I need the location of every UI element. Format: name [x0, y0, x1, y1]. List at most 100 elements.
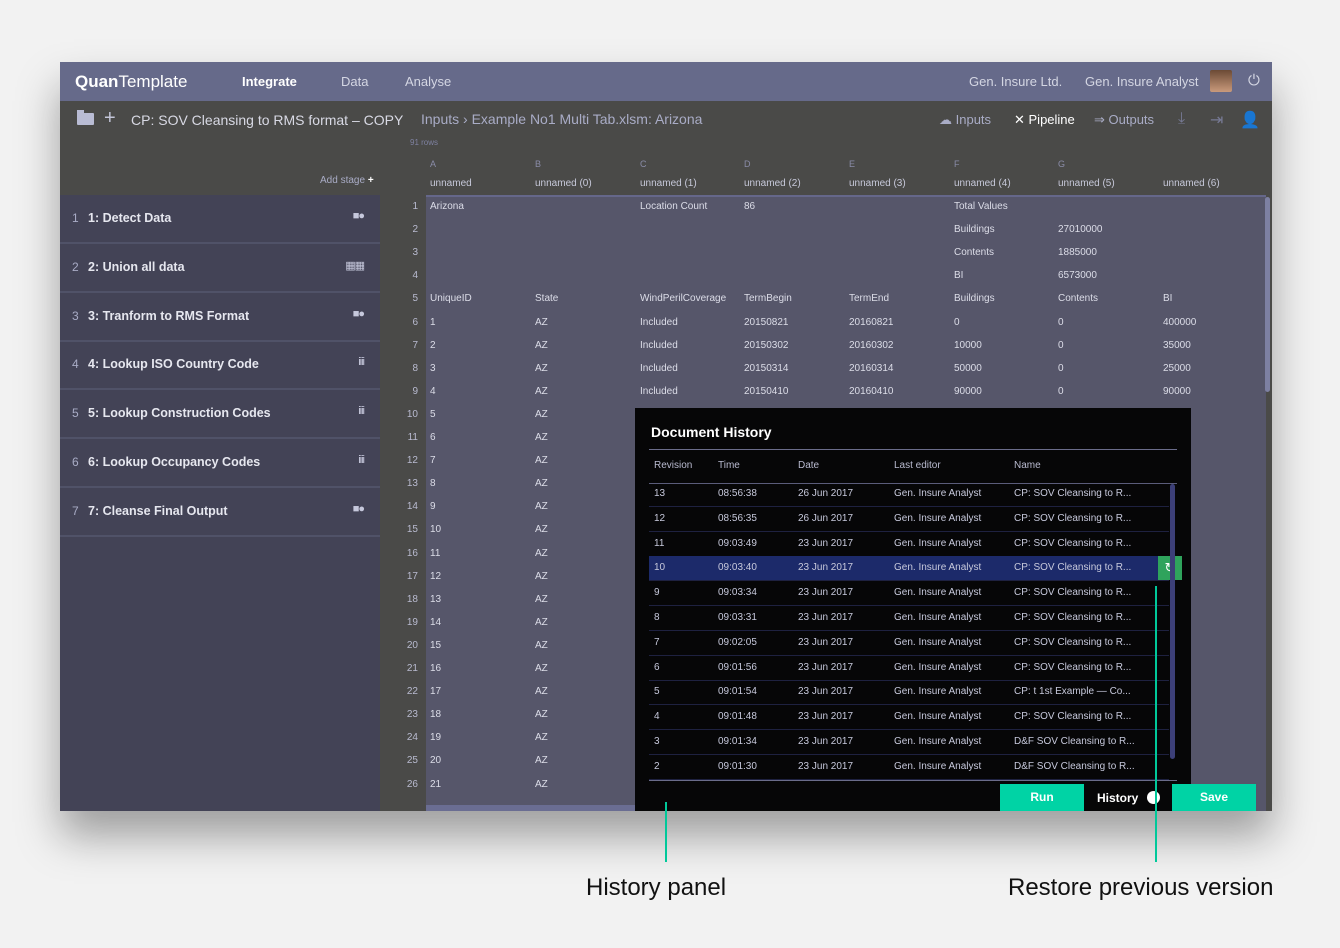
grid-cell[interactable]: 17	[430, 686, 441, 697]
grid-cell[interactable]: 11	[430, 548, 440, 559]
row-number[interactable]: 18	[380, 594, 418, 605]
history-row[interactable]: 5 09:01:54 23 Jun 2017 Gen. Insure Analyst C…	[649, 680, 1169, 706]
history-button[interactable]: History	[1097, 791, 1138, 805]
grid-cell[interactable]: 20160302	[849, 340, 894, 351]
column-letter[interactable]: D	[744, 159, 751, 169]
grid-cell[interactable]: 14	[430, 617, 441, 628]
column-header[interactable]: unnamed (6)	[1163, 178, 1220, 189]
export-icon[interactable]: ⇥	[1210, 110, 1223, 130]
grid-cell[interactable]: 0	[1058, 386, 1064, 397]
download-icon[interactable]: ⤓	[1178, 110, 1185, 128]
breadcrumb[interactable]: Inputs › Example No1 Multi Tab.xlsm: Ari…	[421, 111, 702, 127]
grid-cell[interactable]: 15	[430, 640, 441, 651]
grid-cell[interactable]: 5	[430, 409, 436, 420]
grid-cell[interactable]: 7	[430, 455, 436, 466]
grid-cell[interactable]: AZ	[535, 501, 548, 512]
history-row[interactable]: 13 08:56:38 26 Jun 2017 Gen. Insure Analyst…	[649, 482, 1169, 507]
grid-cell[interactable]: AZ	[535, 386, 548, 397]
grid-cell[interactable]: AZ	[535, 409, 548, 420]
power-icon[interactable]: ⏻	[1248, 72, 1260, 89]
grid-cell[interactable]: Contents	[954, 247, 994, 258]
grid-cell[interactable]: 21	[430, 779, 441, 790]
column-letter[interactable]: C	[640, 159, 647, 169]
grid-cell[interactable]: Buildings	[954, 224, 995, 235]
grid-cell[interactable]: AZ	[535, 571, 548, 582]
save-button[interactable]: Save	[1172, 784, 1256, 811]
grid-cell[interactable]: AZ	[535, 755, 548, 766]
row-number[interactable]: 7	[380, 340, 418, 351]
history-row[interactable]: 6 09:01:56 23 Jun 2017 Gen. Insure Analyst C…	[649, 656, 1169, 681]
grid-cell[interactable]: 0	[1058, 317, 1064, 328]
grid-cell[interactable]: WindPerilCoverage	[640, 293, 726, 304]
stage-item[interactable]: 1 1: Detect Data ■●	[60, 195, 380, 244]
row-number[interactable]: 16	[380, 548, 418, 559]
grid-cell[interactable]: AZ	[535, 455, 548, 466]
grid-cell[interactable]: AZ	[535, 640, 548, 651]
column-letter[interactable]: E	[849, 159, 855, 169]
history-row[interactable]: 2 09:01:30 23 Jun 2017 Gen. Insure Analyst D…	[649, 755, 1169, 780]
row-number[interactable]: 26	[380, 779, 418, 790]
stage-item[interactable]: 7 7: Cleanse Final Output ■●	[60, 488, 380, 537]
grid-cell[interactable]: 12	[430, 571, 441, 582]
grid-cell[interactable]: Total Values	[954, 201, 1008, 212]
grid-cell[interactable]: AZ	[535, 432, 548, 443]
stage-item[interactable]: 6 6: Lookup Occupancy Codes iiii	[60, 439, 380, 488]
grid-cell[interactable]: 20150410	[744, 386, 789, 397]
grid-cell[interactable]: AZ	[535, 732, 548, 743]
grid-horizontal-scrollbar[interactable]	[426, 805, 635, 811]
grid-cell[interactable]: 3	[430, 363, 436, 374]
grid-cell[interactable]: AZ	[535, 779, 548, 790]
grid-cell[interactable]: 9	[430, 501, 436, 512]
grid-cell[interactable]: 10000	[954, 340, 982, 351]
grid-cell[interactable]: 8	[430, 478, 436, 489]
history-row[interactable]: 12 08:56:35 26 Jun 2017 Gen. Insure Analyst…	[649, 507, 1169, 532]
column-header[interactable]: unnamed (4)	[954, 178, 1011, 189]
column-header[interactable]: unnamed (1)	[640, 178, 697, 189]
grid-cell[interactable]: 35000	[1163, 340, 1191, 351]
column-letter[interactable]: F	[954, 159, 960, 169]
row-number[interactable]: 12	[380, 455, 418, 466]
grid-cell[interactable]: 4	[430, 386, 436, 397]
add-stage-button[interactable]: Add stage +	[320, 175, 374, 186]
history-row[interactable]: 10 09:03:40 23 Jun 2017 Gen. Insure Analyst…	[649, 556, 1182, 582]
grid-cell[interactable]: 90000	[1163, 386, 1191, 397]
row-number[interactable]: 13	[380, 478, 418, 489]
row-number[interactable]: 24	[380, 732, 418, 743]
grid-cell[interactable]: 16	[430, 663, 441, 674]
row-number[interactable]: 23	[380, 709, 418, 720]
column-header[interactable]: unnamed (0)	[535, 178, 592, 189]
plus-icon[interactable]: +	[104, 107, 116, 130]
row-number[interactable]: 20	[380, 640, 418, 651]
grid-cell[interactable]: AZ	[535, 709, 548, 720]
column-header[interactable]: unnamed (5)	[1058, 178, 1115, 189]
grid-cell[interactable]: 13	[430, 594, 441, 605]
row-number[interactable]: 6	[380, 317, 418, 328]
grid-cell[interactable]: Included	[640, 386, 678, 397]
grid-cell[interactable]: 10	[430, 524, 441, 535]
column-header[interactable]: unnamed	[430, 178, 472, 189]
row-number[interactable]: 10	[380, 409, 418, 420]
grid-cell[interactable]: BI	[954, 270, 963, 281]
grid-cell[interactable]: 400000	[1163, 317, 1196, 328]
stage-item[interactable]: 5 5: Lookup Construction Codes iiii	[60, 390, 380, 440]
user-name[interactable]: Gen. Insure Analyst	[1085, 74, 1198, 89]
grid-cell[interactable]: 25000	[1163, 363, 1191, 374]
stage-item[interactable]: 4 4: Lookup ISO Country Code iiii	[60, 341, 380, 391]
column-header[interactable]: unnamed (3)	[849, 178, 906, 189]
column-letter[interactable]: B	[535, 159, 541, 169]
add-user-icon[interactable]: 👤	[1240, 110, 1260, 130]
history-scrollbar[interactable]	[1170, 484, 1175, 759]
grid-cell[interactable]: 20160314	[849, 363, 894, 374]
grid-cell[interactable]: 20160821	[849, 317, 894, 328]
grid-cell[interactable]: 20150314	[744, 363, 789, 374]
history-row[interactable]: 4 09:01:48 23 Jun 2017 Gen. Insure Analyst C…	[649, 705, 1169, 731]
grid-cell[interactable]: Buildings	[954, 293, 995, 304]
row-number[interactable]: 11	[380, 432, 418, 443]
history-row[interactable]: 7 09:02:05 23 Jun 2017 Gen. Insure Analyst C…	[649, 631, 1169, 656]
company-name[interactable]: Gen. Insure Ltd.	[969, 74, 1062, 89]
tab-outputs[interactable]: ⇒ Outputs	[1094, 112, 1154, 128]
row-number[interactable]: 21	[380, 663, 418, 674]
grid-cell[interactable]: AZ	[535, 478, 548, 489]
row-number[interactable]: 3	[380, 247, 418, 258]
nav-analyse[interactable]: Analyse	[405, 74, 451, 89]
